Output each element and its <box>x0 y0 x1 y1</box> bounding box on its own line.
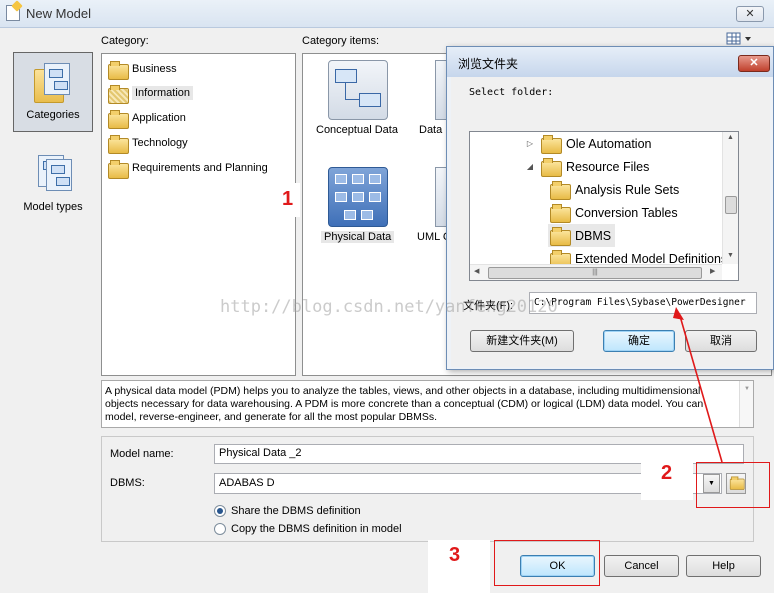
annotation-arrow <box>673 307 723 463</box>
